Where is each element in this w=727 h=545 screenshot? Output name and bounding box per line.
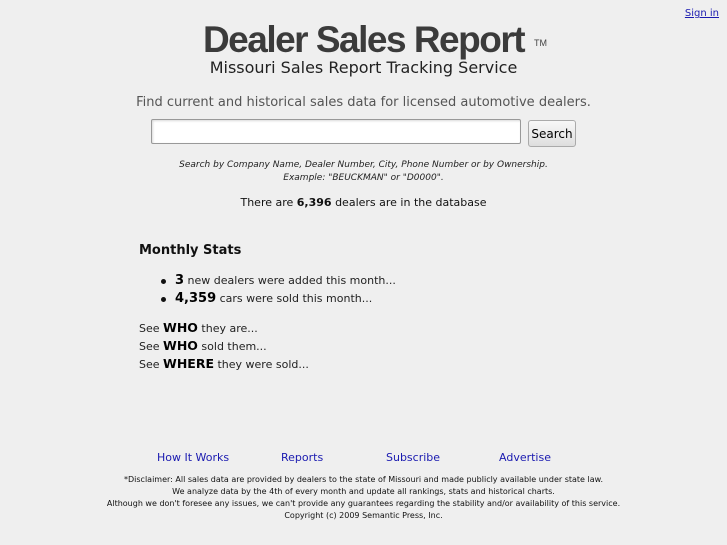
see-suffix: sold them... <box>201 340 267 353</box>
monthly-stats-list: 3 new dealers were added this month... 4… <box>139 272 396 308</box>
who-link[interactable]: WHO <box>163 320 198 335</box>
search-input[interactable] <box>151 119 521 144</box>
dealer-count-prefix: There are <box>240 196 294 209</box>
dealer-count-number: 6,396 <box>296 196 332 209</box>
disclaimer-line: Although we don't foresee any issues, we… <box>106 499 621 508</box>
see-who-they-are: See WHO they are... <box>139 319 309 337</box>
stat-number: 4,359 <box>175 291 217 306</box>
disclaimer-line: We analyze data by the 4th of every mont… <box>172 487 555 496</box>
stat-text: new dealers were added this month... <box>187 274 396 287</box>
who-sold-link[interactable]: WHO <box>163 338 198 353</box>
search-hint-line: Search by Company Name, Dealer Number, C… <box>179 160 548 170</box>
copyright: Copyright (c) 2009 Semantic Press, Inc. <box>284 511 443 520</box>
page: Sign in Dealer Sales Report TM Missouri … <box>0 0 727 545</box>
how-it-works-link[interactable]: How It Works <box>157 450 229 466</box>
search-button[interactable]: Search <box>528 120 576 147</box>
list-item: 3 new dealers were added this month... <box>139 272 396 290</box>
search-example-line: Example: "BEUCKMAN" or "D0000". <box>283 173 444 183</box>
see-suffix: they were sold... <box>217 358 309 371</box>
list-item: 4,359 cars were sold this month... <box>139 290 396 308</box>
where-link[interactable]: WHERE <box>163 356 214 371</box>
logo: Dealer Sales Report TM <box>0 18 727 62</box>
monthly-stats-title: Monthly Stats <box>139 243 242 258</box>
see-suffix: they are... <box>201 322 258 335</box>
disclaimer-line: *Disclaimer: All sales data are provided… <box>124 475 603 484</box>
logo-text: Dealer Sales Report <box>202 19 526 60</box>
search-intro: Find current and historical sales data f… <box>136 95 591 110</box>
tagline: Missouri Sales Report Tracking Service <box>209 58 518 77</box>
subscribe-link[interactable]: Subscribe <box>386 450 440 466</box>
disclaimer: *Disclaimer: All sales data are provided… <box>0 474 727 522</box>
search-hint: Search by Company Name, Dealer Number, C… <box>0 159 727 185</box>
dealer-count: There are 6,396 dealers are in the datab… <box>0 195 727 210</box>
stat-text: cars were sold this month... <box>219 292 373 305</box>
see-prefix: See <box>139 358 160 371</box>
dealer-count-suffix: dealers are in the database <box>335 196 487 209</box>
see-links: See WHO they are... See WHO sold them...… <box>139 319 309 373</box>
stat-number: 3 <box>175 273 185 288</box>
see-prefix: See <box>139 340 160 353</box>
see-prefix: See <box>139 322 160 335</box>
see-where-sold: See WHERE they were sold... <box>139 355 309 373</box>
reports-link[interactable]: Reports <box>281 450 323 466</box>
advertise-link[interactable]: Advertise <box>499 450 551 466</box>
footer-nav: How It Works Reports Subscribe Advertise <box>0 450 727 466</box>
see-who-sold-them: See WHO sold them... <box>139 337 309 355</box>
